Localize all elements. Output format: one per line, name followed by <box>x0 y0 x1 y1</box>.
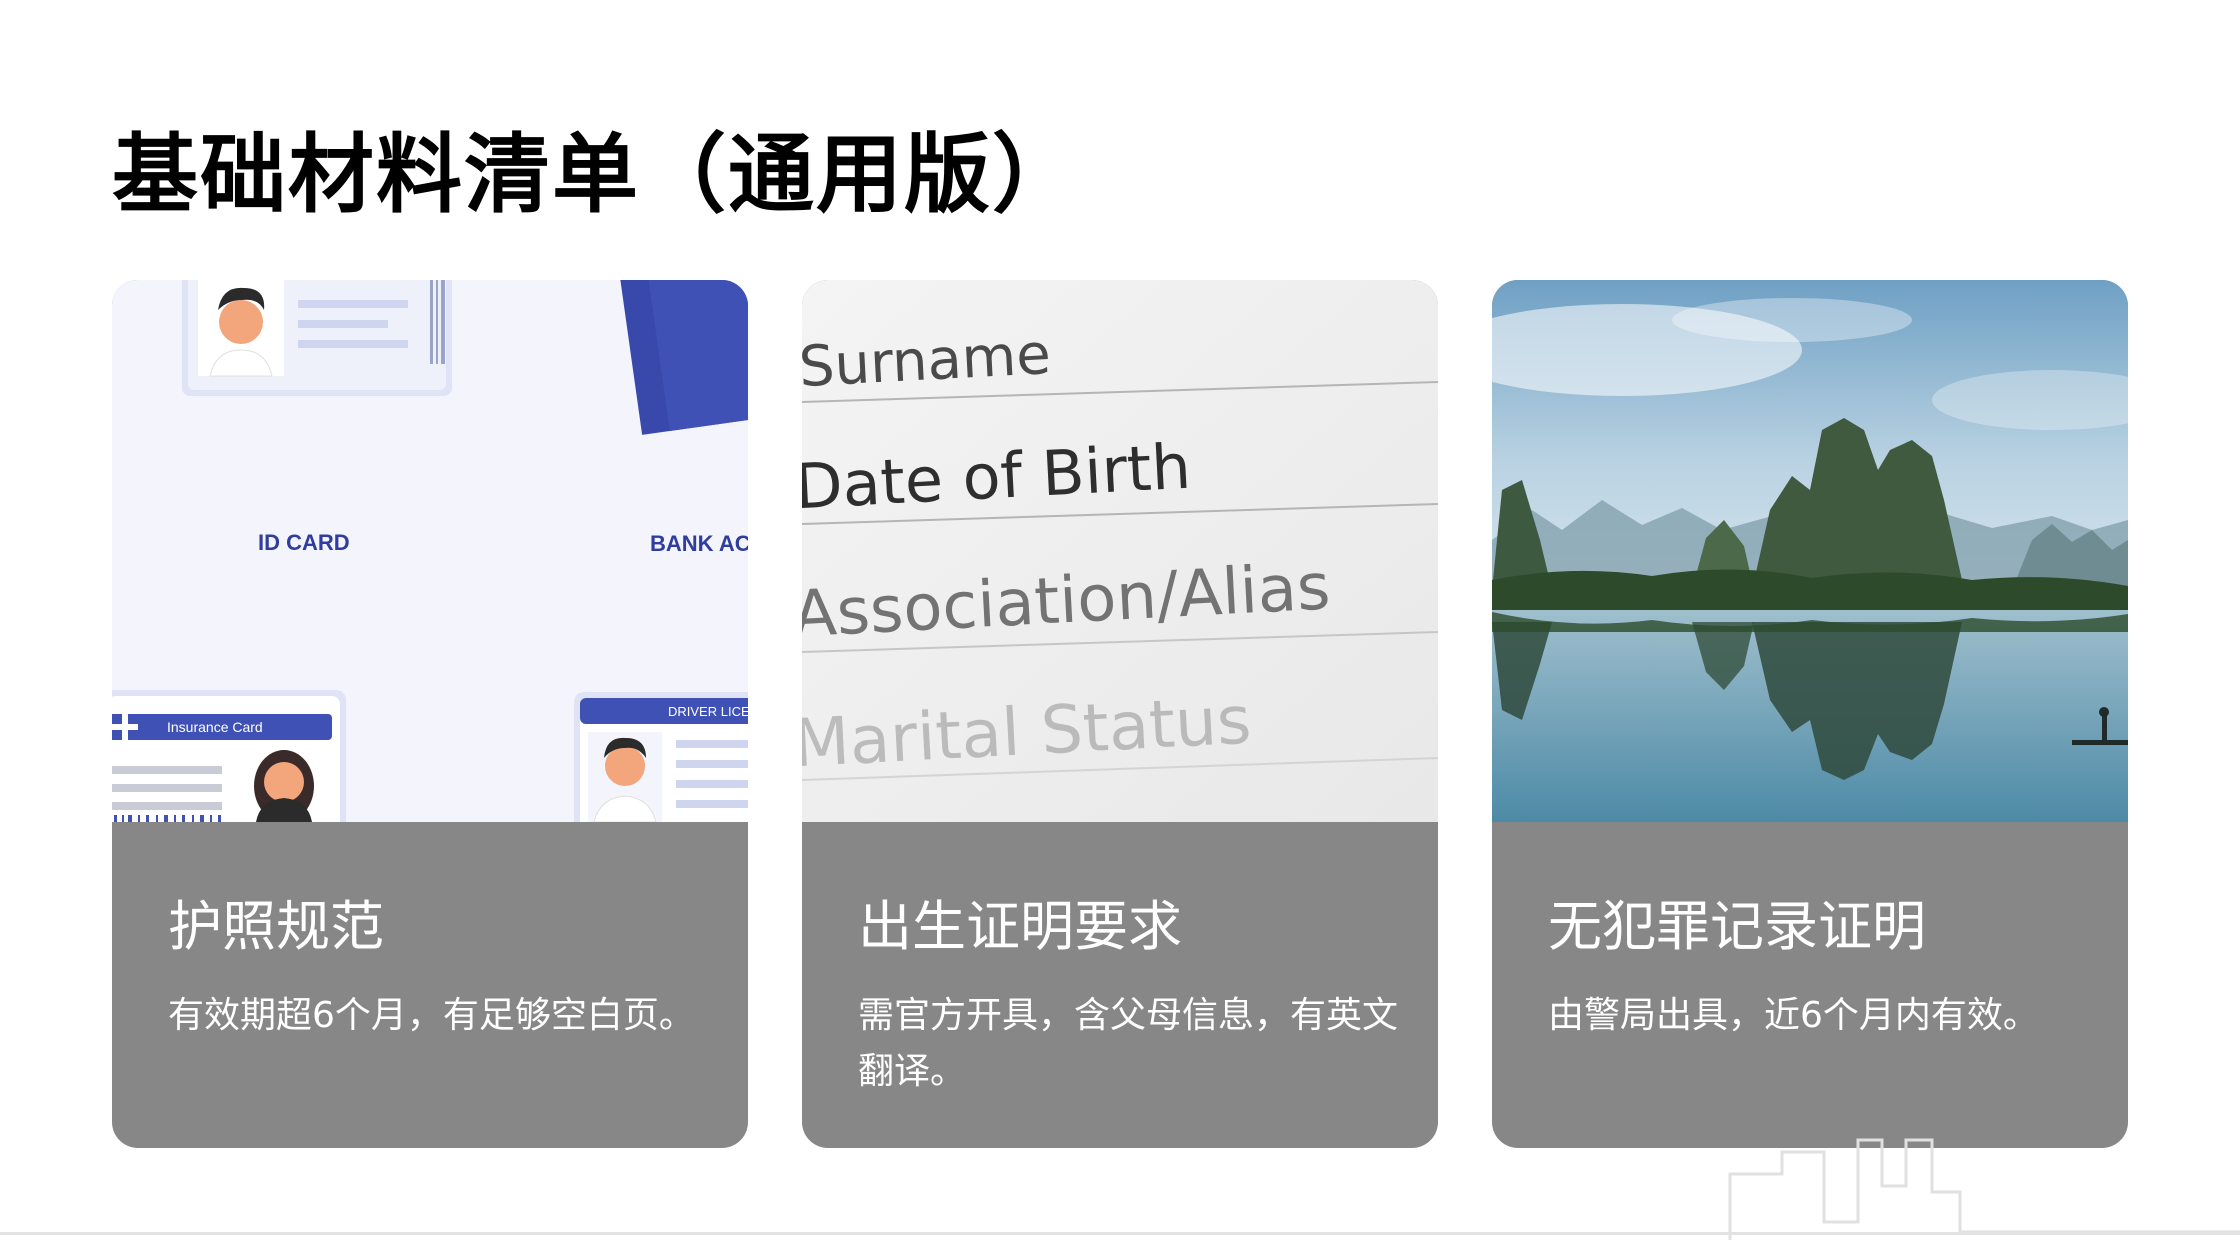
page-title: 基础材料清单（通用版） <box>112 125 1080 225</box>
form-photo: Surname Date of Birth Association/Alias … <box>802 280 1438 822</box>
card-list: ID CARD BANK AC Insurance Card DRIVER LI… <box>112 280 2128 1148</box>
bottom-divider <box>0 1232 2240 1235</box>
card-title: 无犯罪记录证明 <box>1548 895 1926 958</box>
card-description: 由警局出具，近6个月内有效。 <box>1548 995 2039 1036</box>
card-body: 无犯罪记录证明 由警局出具，近6个月内有效。 <box>1492 822 2128 1148</box>
card-passport[interactable]: ID CARD BANK AC Insurance Card DRIVER LI… <box>112 280 748 1148</box>
card-title: 护照规范 <box>168 895 384 958</box>
card-description: 需官方开具，含父母信息，有英文翻译。 <box>858 995 1399 1092</box>
id-documents-image: ID CARD BANK AC Insurance Card DRIVER LI… <box>112 280 748 822</box>
id-documents-illustration: ID CARD BANK AC Insurance Card DRIVER LI… <box>112 280 748 822</box>
illustration-label-bank: BANK AC <box>650 531 748 556</box>
skyline-decoration <box>1728 1138 2240 1240</box>
form-label-surname: Surname <box>802 322 1052 400</box>
illustration-label-insurance: Insurance Card <box>167 719 263 735</box>
illustration-label-driver: DRIVER LICE <box>668 704 748 719</box>
karst-river-landscape-photo <box>1492 280 2128 822</box>
landscape-image <box>1492 280 2128 822</box>
illustration-label-id-card: ID CARD <box>258 530 350 555</box>
card-title: 出生证明要求 <box>858 895 1182 958</box>
card-description: 有效期超6个月，有足够空白页。 <box>168 995 695 1036</box>
card-birth-certificate[interactable]: Surname Date of Birth Association/Alias … <box>802 280 1438 1148</box>
form-image: Surname Date of Birth Association/Alias … <box>802 280 1438 822</box>
card-criminal-record[interactable]: 无犯罪记录证明 由警局出具，近6个月内有效。 <box>1492 280 2128 1148</box>
card-body: 护照规范 有效期超6个月，有足够空白页。 <box>112 822 748 1148</box>
card-body: 出生证明要求 需官方开具，含父母信息，有英文翻译。 <box>802 822 1438 1148</box>
